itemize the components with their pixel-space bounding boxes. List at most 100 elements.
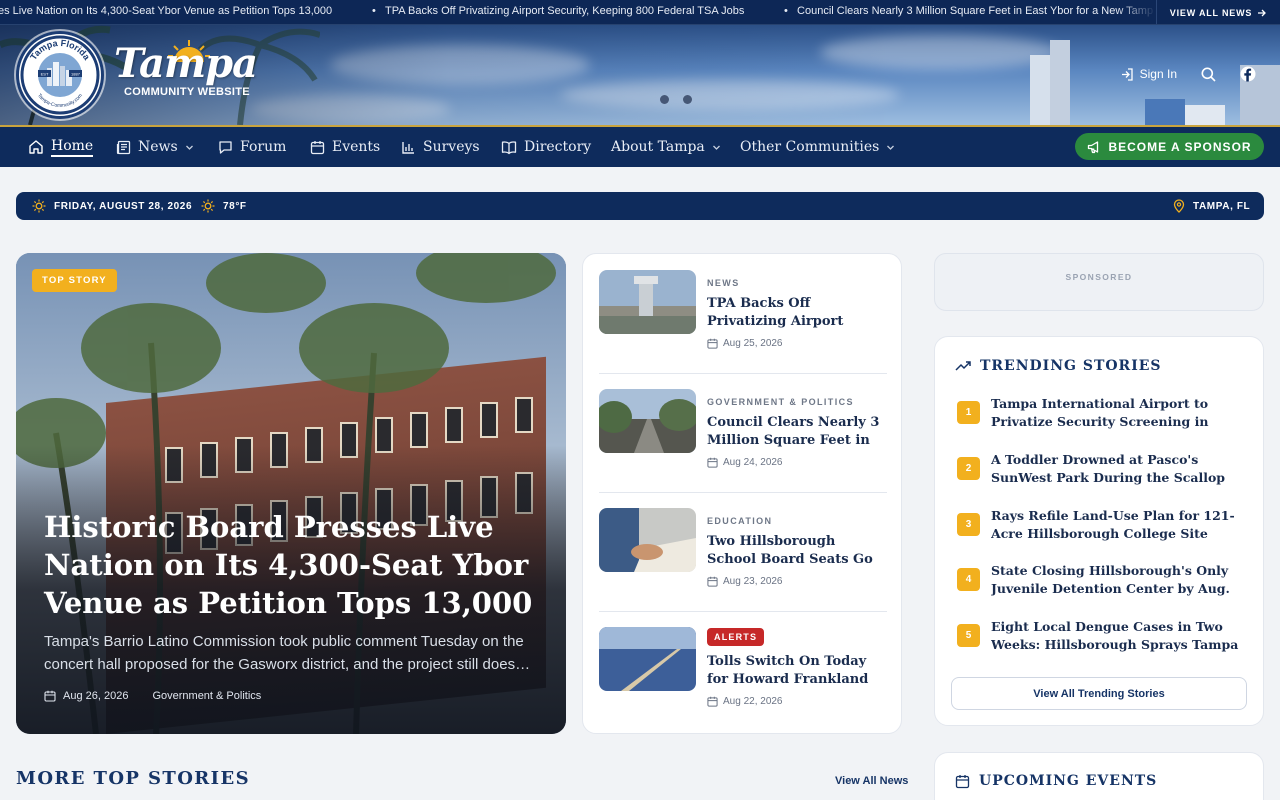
- chat-icon: [219, 140, 232, 154]
- news-title[interactable]: Council Clears Nearly 3 Million Square F…: [707, 414, 887, 450]
- svg-text:EST: EST: [41, 72, 49, 77]
- nav-item-other-communities[interactable]: Other Communities: [740, 127, 895, 167]
- calendar-icon: [707, 457, 718, 468]
- site-logo[interactable]: Tampa COMMUNITY WEBSITE: [114, 40, 258, 99]
- carousel-dots[interactable]: [660, 95, 692, 104]
- trending-rank: 5: [957, 624, 980, 647]
- calendar-icon: [310, 140, 325, 154]
- news-thumbnail: [599, 270, 696, 334]
- trending-title[interactable]: State Closing Hillsborough's Only Juveni…: [991, 562, 1243, 598]
- view-all-news-button[interactable]: VIEW ALL NEWS: [1156, 0, 1280, 24]
- trending-heading: TRENDING STORIES: [955, 358, 1162, 374]
- news-title[interactable]: Tolls Switch On Today for Howard Frankla…: [707, 653, 887, 689]
- ticker-item[interactable]: • Council Clears Nearly 3 Million Square…: [784, 5, 1153, 17]
- trending-item[interactable]: 2 A Toddler Drowned at Pasco's SunWest P…: [955, 451, 1245, 495]
- date-label: FRIDAY, AUGUST 28, 2026: [54, 200, 193, 212]
- news-list: NEWS TPA Backs Off Privatizing Airport S…: [582, 253, 902, 734]
- trending-item[interactable]: 1 Tampa International Airport to Privati…: [955, 395, 1245, 439]
- nav-item-about-tampa[interactable]: About Tampa: [611, 127, 721, 167]
- news-title[interactable]: TPA Backs Off Privatizing Airport Securi…: [707, 295, 887, 331]
- news-list-item[interactable]: GOVERNMENT & POLITICS Council Clears Nea…: [599, 373, 887, 476]
- nav-label: Home: [51, 138, 94, 157]
- trending-title[interactable]: Eight Local Dengue Cases in Two Weeks: H…: [991, 618, 1243, 654]
- trending-up-icon: [955, 361, 971, 371]
- ticker-fade: [1116, 0, 1156, 24]
- chevron-down-icon: [712, 145, 720, 150]
- ticker-item[interactable]: es Live Nation on Its 4,300-Seat Ybor Ve…: [0, 5, 332, 17]
- nav-item-surveys[interactable]: Surveys: [401, 127, 480, 167]
- logo-subtitle: COMMUNITY WEBSITE: [124, 86, 250, 98]
- top-story-badge: TOP STORY: [32, 269, 117, 292]
- svg-text:1887: 1887: [71, 72, 81, 77]
- nav-label: Other Communities: [740, 139, 880, 155]
- alert-badge: ALERTS: [707, 628, 765, 646]
- upcoming-events-panel: UPCOMING EVENTS: [934, 752, 1264, 800]
- nav-item-events[interactable]: Events: [310, 127, 380, 167]
- trending-rank: 3: [957, 513, 980, 536]
- calendar-icon: [707, 696, 718, 707]
- trending-item[interactable]: 4 State Closing Hillsborough's Only Juve…: [955, 562, 1245, 606]
- tampa-seal-logo[interactable]: Tampa Florida Tampa-Community.com EST 18…: [16, 31, 104, 119]
- sign-in-label: Sign In: [1139, 67, 1177, 81]
- header-actions: Sign In: [1121, 66, 1256, 82]
- map-pin-icon: [1173, 199, 1185, 213]
- news-title[interactable]: Two Hillsborough School Board Seats Go t…: [707, 533, 887, 569]
- news-category: EDUCATION: [707, 516, 773, 526]
- news-thumbnail: [599, 508, 696, 572]
- view-all-trending-button[interactable]: View All Trending Stories: [951, 677, 1247, 710]
- logo-wordmark: Tampa: [114, 40, 258, 87]
- sponsor-label: BECOME A SPONSOR: [1108, 139, 1252, 154]
- chevron-down-icon: [887, 145, 895, 150]
- nav-label: News: [138, 139, 178, 155]
- ticker-item[interactable]: • TPA Backs Off Privatizing Airport Secu…: [372, 5, 744, 17]
- sponsored-slot[interactable]: SPONSORED: [934, 253, 1264, 311]
- nav-label: Forum: [240, 139, 287, 155]
- book-icon: [501, 140, 517, 154]
- location-label: TAMPA, FL: [1193, 200, 1251, 212]
- featured-title[interactable]: Historic Board Presses Live Nation on It…: [44, 508, 554, 622]
- view-all-news-label: VIEW ALL NEWS: [1169, 7, 1253, 18]
- news-date: Aug 23, 2026: [707, 576, 783, 587]
- facebook-icon[interactable]: [1240, 66, 1256, 82]
- trending-rank: 4: [957, 568, 980, 591]
- trending-item[interactable]: 3 Rays Refile Land-Use Plan for 121-Acre…: [955, 507, 1245, 551]
- temperature-label: 78°F: [223, 200, 247, 212]
- news-date: Aug 24, 2026: [707, 457, 783, 468]
- calendar-icon: [707, 338, 718, 349]
- calendar-icon: [955, 774, 970, 788]
- trending-item[interactable]: 5 Eight Local Dengue Cases in Two Weeks:…: [955, 618, 1245, 662]
- featured-meta: Aug 26, 2026 Government & Politics: [44, 690, 261, 702]
- featured-excerpt: Tampa's Barrio Latino Commission took pu…: [44, 633, 531, 673]
- news-thumbnail: [599, 627, 696, 691]
- news-list-item[interactable]: EDUCATION Two Hillsborough School Board …: [599, 492, 887, 595]
- calendar-icon: [44, 690, 56, 702]
- featured-story-card[interactable]: TOP STORY Historic Board Presses Live Na…: [16, 253, 566, 734]
- sign-in-link[interactable]: Sign In: [1121, 67, 1177, 81]
- nav-label: Surveys: [423, 139, 480, 155]
- news-list-item[interactable]: NEWS TPA Backs Off Privatizing Airport S…: [599, 270, 887, 373]
- arrow-right-icon: [1258, 9, 1267, 16]
- nav-label: About Tampa: [611, 139, 705, 155]
- news-list-item[interactable]: ALERTS Tolls Switch On Today for Howard …: [599, 611, 887, 714]
- trending-title[interactable]: A Toddler Drowned at Pasco's SunWest Par…: [991, 451, 1243, 487]
- current-date: FRIDAY, AUGUST 28, 2026: [32, 192, 192, 220]
- trending-title[interactable]: Tampa International Airport to Privatize…: [991, 395, 1243, 431]
- nav-item-home[interactable]: Home: [28, 127, 94, 167]
- sun-icon: [32, 199, 46, 213]
- home-icon: [29, 140, 43, 154]
- news-ticker: es Live Nation on Its 4,300-Seat Ybor Ve…: [0, 0, 1280, 25]
- featured-category[interactable]: Government & Politics: [152, 690, 261, 702]
- sign-in-icon: [1121, 67, 1133, 81]
- events-heading: UPCOMING EVENTS: [955, 773, 1157, 789]
- search-icon[interactable]: [1201, 67, 1216, 82]
- nav-item-forum[interactable]: Forum: [218, 127, 286, 167]
- news-thumbnail: [599, 389, 696, 453]
- news-date: Aug 25, 2026: [707, 338, 783, 349]
- nav-item-directory[interactable]: Directory: [501, 127, 591, 167]
- trending-title[interactable]: Rays Refile Land-Use Plan for 121-Acre H…: [991, 507, 1243, 543]
- featured-date: Aug 26, 2026: [63, 690, 129, 702]
- become-sponsor-button[interactable]: BECOME A SPONSOR: [1075, 133, 1264, 160]
- nav-item-news[interactable]: News: [116, 127, 194, 167]
- chevron-down-icon: [185, 145, 193, 150]
- view-all-news-link[interactable]: View All News: [835, 775, 908, 787]
